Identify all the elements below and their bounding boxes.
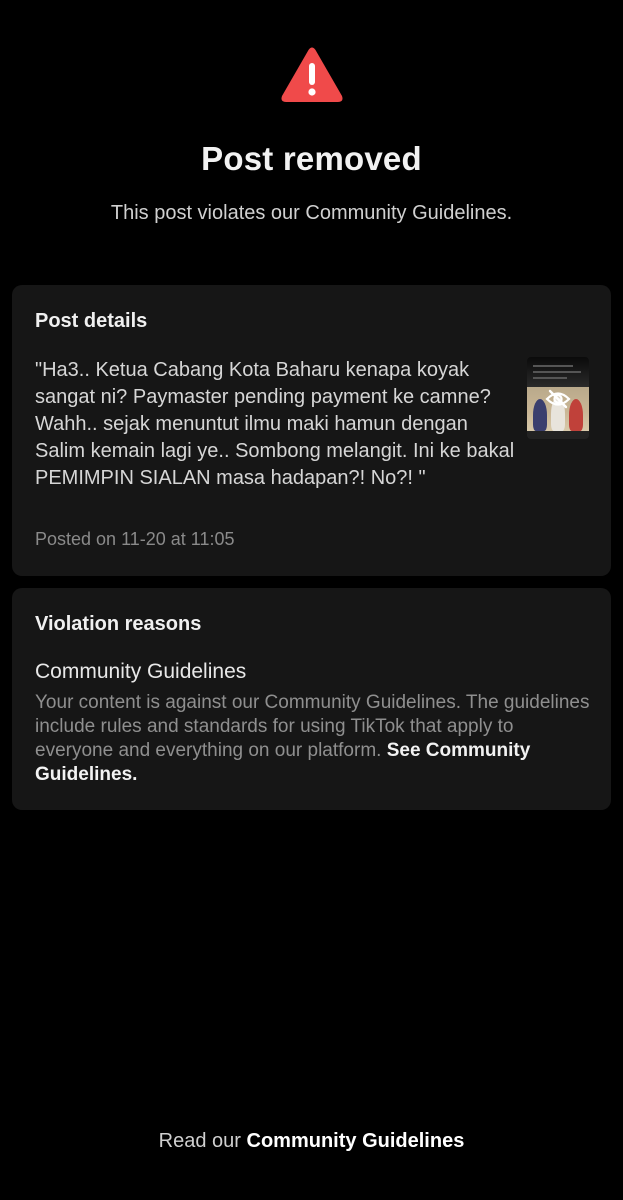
- community-guidelines-link[interactable]: Community Guidelines: [247, 1130, 465, 1152]
- thumbnail-header: [527, 357, 589, 387]
- footer-prefix: Read our: [158, 1130, 247, 1152]
- post-details-card: Post details "Ha3.. Ketua Cabang Kota Ba…: [12, 285, 611, 576]
- page-title: Post removed: [201, 140, 422, 177]
- post-details-heading: Post details: [35, 310, 148, 332]
- thumbnail-footer: [527, 431, 589, 439]
- post-thumbnail[interactable]: [527, 357, 589, 439]
- thumbnail-person: [569, 399, 583, 431]
- violation-description: Your content is against our Community Gu…: [35, 691, 590, 787]
- violation-heading: Violation reasons: [35, 613, 202, 635]
- footer: Read our Community Guidelines: [0, 1130, 623, 1153]
- post-caption: "Ha3.. Ketua Cabang Kota Baharu kenapa k…: [35, 359, 515, 489]
- eye-slash-icon: [545, 389, 571, 409]
- thumbnail-line: [533, 377, 567, 379]
- violation-reasons-card: Violation reasons Community Guidelines Y…: [12, 588, 611, 810]
- post-timestamp: Posted on 11-20 at 11:05: [35, 529, 235, 549]
- warning-triangle-icon: [281, 47, 343, 102]
- thumbnail-line: [533, 371, 581, 373]
- violation-title: Community Guidelines: [35, 660, 247, 683]
- thumbnail-line: [533, 365, 573, 367]
- page-subtitle: This post violates our Community Guideli…: [110, 202, 513, 224]
